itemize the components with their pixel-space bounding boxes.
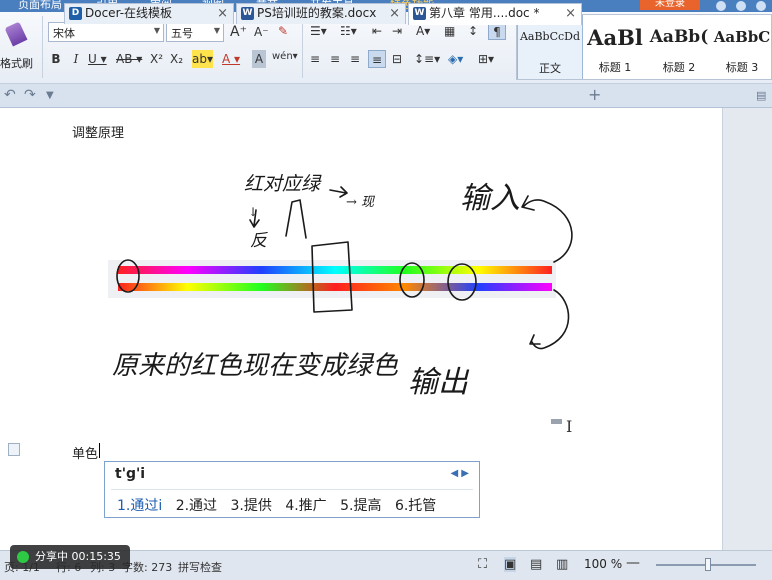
hand-stroke [285,199,307,239]
fit-page-icon[interactable]: ⛶ [478,557,487,572]
recording-dot-icon [17,551,29,563]
text-cursor-icon: I [566,417,573,436]
outline-view-icon[interactable]: ▤ [530,557,542,572]
zoom-out-icon[interactable]: — [626,555,640,571]
ime-divider [111,489,473,490]
page-view-icon[interactable]: ▣ [504,557,517,572]
zoom-level[interactable]: 100 % [584,557,622,571]
ime-candidate[interactable]: 4.推广 [285,498,326,514]
handwriting-inverse: 反 [250,231,268,251]
ime-candidate-window: t'g'i ◀ ▶ 1.通过i 2.通过 3.提供 4.推广 5.提高 6.托管 [104,461,480,518]
small-object [551,419,562,424]
text-caret [99,443,100,458]
handwriting-arrow-now: → 现 [346,195,376,210]
ime-candidate[interactable]: 3.提供 [231,498,272,514]
hand-arrow [329,186,348,198]
ime-candidate[interactable]: 5.提高 [340,498,381,514]
status-spell-check[interactable]: 拼写检查 [178,559,222,575]
document-line-text[interactable]: 单色 [72,443,98,462]
output-hue-bar [118,283,552,291]
zoom-slider-thumb[interactable] [705,558,711,571]
ime-candidate[interactable]: 6.托管 [395,498,436,514]
sharing-indicator[interactable]: 分享中 00:15:35 [10,545,130,569]
hue-bar-background [108,260,556,298]
handwriting-output: 输出 [408,365,470,400]
share-label: 分享中 [35,550,68,563]
handwriting-down-arrow: ↓ [248,205,258,219]
ime-page-arrows-icon[interactable]: ◀ ▶ [450,468,469,479]
ime-candidate[interactable]: 2.通过 [176,498,217,514]
share-timer: 00:15:35 [71,550,121,563]
ime-composition: t'g'i [115,466,146,482]
web-view-icon[interactable]: ▥ [556,557,568,572]
handwriting-red-to-green: 红对应绿 [244,173,322,195]
input-hue-bar [118,266,552,274]
handwriting-input: 输入 [460,181,520,216]
hand-arrow [521,195,573,263]
hand-arrow [529,289,570,350]
handwriting-explanation: 原来的红色现在变成绿色 [112,351,399,381]
ime-candidate[interactable]: 1.通过i [117,498,162,514]
ime-candidates: 1.通过i 2.通过 3.提供 4.推广 5.提高 6.托管 [117,495,445,515]
paragraph-handle-icon[interactable] [8,443,20,456]
